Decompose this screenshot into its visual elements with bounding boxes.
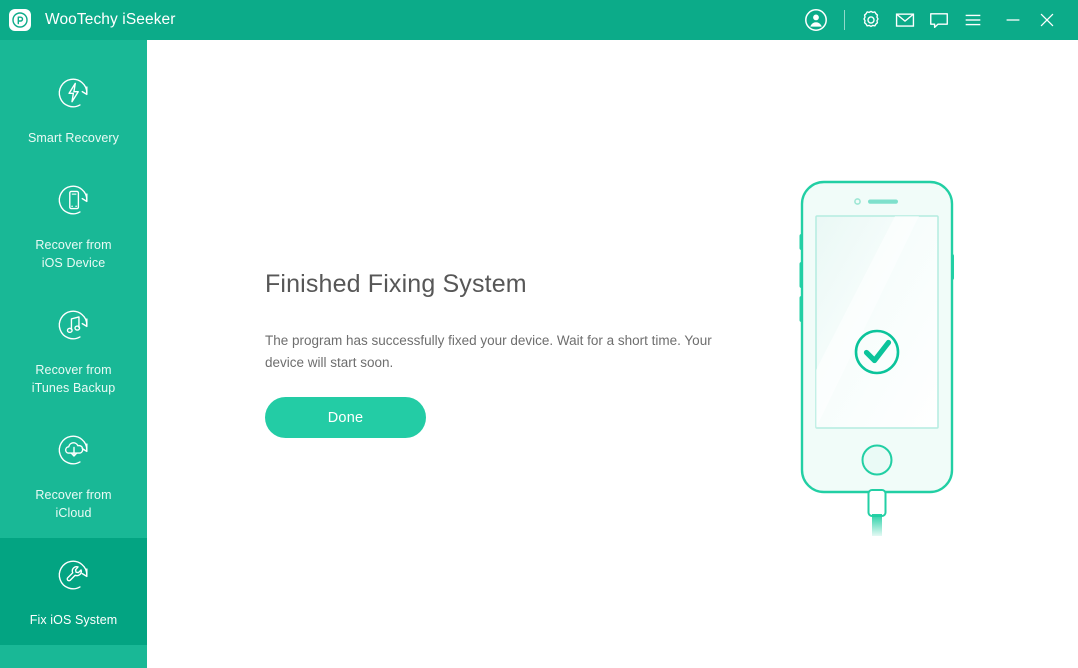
- lightning-cable-icon: [867, 489, 887, 536]
- iphone-with-checkmark-illustration: [797, 170, 997, 540]
- sidebar-item-recover-from-icloud[interactable]: Recover from iCloud: [0, 413, 147, 538]
- sidebar-item-label: Smart Recovery: [27, 131, 119, 145]
- menu-button[interactable]: [956, 0, 990, 40]
- title-bar: WooTechy iSeeker: [0, 0, 1078, 40]
- app-title: WooTechy iSeeker: [45, 11, 176, 28]
- sidebar-item-label: Recover from iTunes Backup: [31, 363, 116, 395]
- wootechy-logo-icon: [9, 9, 31, 31]
- sidebar-item-smart-recovery[interactable]: Smart Recovery: [0, 56, 147, 163]
- sidebar-item-label: Fix iOS System: [29, 613, 118, 627]
- sidebar-item-recover-from-ios-device[interactable]: Recover from iOS Device: [0, 163, 147, 288]
- user-account-icon: [805, 9, 827, 31]
- gear-icon: [863, 10, 879, 28]
- minimize-icon: [1006, 19, 1020, 21]
- sidebar-item-fix-ios-system[interactable]: Fix iOS System: [0, 538, 147, 645]
- settings-button[interactable]: [854, 0, 888, 40]
- envelope-icon: [895, 13, 915, 27]
- titlebar-divider: [844, 10, 845, 30]
- sidebar: Smart Recovery Recover from iOS Device R…: [0, 40, 147, 668]
- application-window: WooTechy iSeeker Smart Recovery Recover …: [0, 0, 1078, 668]
- speech-bubble-icon: [930, 13, 948, 29]
- close-button[interactable]: [1030, 0, 1064, 40]
- wrench-refresh-icon: [51, 552, 97, 598]
- minimize-button[interactable]: [996, 0, 1030, 40]
- mail-button[interactable]: [888, 0, 922, 40]
- sidebar-item-label: Recover from iCloud: [35, 488, 112, 520]
- bolt-refresh-icon: [51, 70, 97, 116]
- sidebar-item-recover-from-itunes-backup[interactable]: Recover from iTunes Backup: [0, 288, 147, 413]
- account-button[interactable]: [797, 0, 835, 40]
- feedback-button[interactable]: [922, 0, 956, 40]
- done-button[interactable]: Done: [265, 397, 426, 438]
- sidebar-item-label: Recover from iOS Device: [35, 238, 112, 270]
- page-title: Finished Fixing System: [265, 270, 527, 298]
- hamburger-menu-icon: [965, 14, 981, 26]
- main-content: Finished Fixing System The program has s…: [147, 40, 1078, 668]
- window-body: Smart Recovery Recover from iOS Device R…: [0, 40, 1078, 668]
- phone-refresh-icon: [51, 177, 97, 223]
- status-description: The program has successfully fixed your …: [265, 333, 712, 370]
- music-note-refresh-icon: [51, 302, 97, 348]
- cloud-download-refresh-icon: [51, 427, 97, 473]
- close-icon: [1040, 13, 1054, 27]
